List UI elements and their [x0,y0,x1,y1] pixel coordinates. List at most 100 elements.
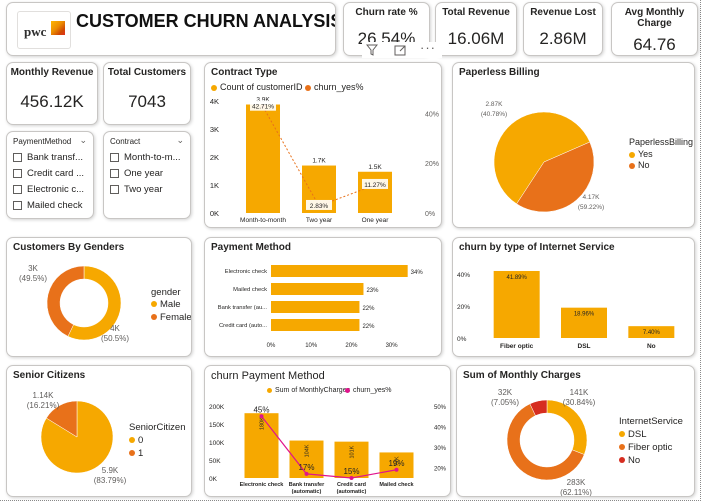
data-label: (40.78%) [481,111,507,118]
data-label: 23% [366,288,379,294]
legend-item[interactable]: 1 [129,448,143,459]
monthly-charges-plot: 141K(30.84%) 283K(62.11%) 32K(7.05%) [491,388,596,496]
checkbox[interactable] [13,201,22,210]
data-label: (50.5%) [101,334,129,343]
kpi-card-monthly-revenue[interactable]: Monthly Revenue 456.12K [6,62,98,125]
kpi-label: Monthly Revenue [10,67,94,78]
chevron-down-icon[interactable]: ⌄ [176,135,184,146]
kpi-label: Churn rate % [355,7,418,18]
y-tick-label: Credit card (auto... [219,323,267,329]
legend-item[interactable]: churn_yes% [345,387,392,394]
x-tick-label: One year [362,217,390,224]
x-tick-label: 10% [305,343,318,349]
slicer-option[interactable]: Month-to-m... [110,152,181,163]
legend-item[interactable]: Female [151,312,191,323]
slicer-title: Contract [110,137,141,146]
kpi-card-avg-monthly-charge[interactable]: Avg Monthly Charge 64.76 [611,2,698,56]
senior-citizens-plot: 5.9K(83.79%) 1.14K(16.21%) [27,391,127,485]
legend-item[interactable]: Sum of MonthlyCharges [267,387,350,394]
data-label: 41.89% [506,275,527,281]
slicer-option[interactable]: Two year [110,184,163,195]
churn-payment-method-plot: 0K 50K 100K 150K 200K 20% 30% 40% 50% 180K Electro… [209,404,447,495]
bar [271,319,360,331]
legend-title: gender [151,287,181,298]
data-label: 180K [260,417,266,430]
legend-item[interactable]: 0 [129,435,143,446]
checkbox[interactable] [110,153,119,162]
internet-service-churn-chart[interactable]: churn by type of Internet Service 0% 20% 4… [452,237,695,357]
chart-title: Customers By Genders [13,242,125,253]
x-tick-label: DSL [578,343,591,350]
kpi-value: 16.06M [447,29,505,48]
senior-citizens-chart[interactable]: Senior Citizens 5.9K (83.79%) 1.14K (16.21%… [6,365,192,497]
data-label: 18.96% [574,312,595,318]
checkbox[interactable] [13,153,22,162]
chart-title: Senior Citizens [13,370,86,381]
slicer-option[interactable]: Credit card ... [13,168,84,179]
y2-tick-label: 20% [434,467,447,473]
x-tick-label: 0% [267,343,276,349]
kpi-card-total-customers[interactable]: Total Customers 7043 [103,62,191,125]
data-label: 141K [570,388,589,397]
bar [358,171,392,213]
more-options-icon[interactable]: ··· [420,40,436,55]
data-label: (30.84%) [563,398,596,407]
data-label: 1.7K [312,158,326,165]
data-label: 3K [28,264,38,273]
data-label: 32K [498,388,513,397]
payment-method-chart[interactable]: Payment Method Electronic check 34% Mailed… [204,237,442,357]
y-tick-label: 50K [209,458,221,465]
checkbox[interactable] [110,169,119,178]
paperless-billing-chart[interactable]: Paperless Billing 4.17K (59.22%) 2.87K (40.… [452,62,695,228]
x-tick-label: (automatic) [292,489,322,495]
y2-tick-label: 40% [434,426,447,432]
contract-type-chart[interactable]: Contract Type Count of customerID churn_… [204,62,442,228]
x-tick-label: Mailed check [379,482,414,488]
churn-payment-method-chart[interactable]: churn Payment Method Sum of MonthlyCharg… [204,365,451,497]
legend-title: InternetService [619,416,683,427]
kpi-label: Total Revenue [442,7,510,18]
data-label: 2.87K [486,101,504,108]
data-label: 17% [298,463,314,472]
y-tick-label: 40% [457,272,470,279]
checkbox[interactable] [13,169,22,178]
kpi-card-total-revenue[interactable]: Total Revenue 16.06M [435,2,517,56]
focus-mode-icon[interactable] [394,43,406,61]
data-label: (49.5%) [19,274,47,283]
legend-item[interactable]: Yes [629,149,653,159]
y-tick-label: 4K [210,97,219,106]
y-tick-label: 20% [457,304,470,311]
x-tick-label: 20% [345,343,358,349]
pwc-logo: pwc [17,11,71,49]
legend-item[interactable]: No [629,160,650,170]
chevron-down-icon[interactable]: ⌄ [79,135,87,146]
kpi-card-revenue-lost[interactable]: Revenue Lost 2.86M [523,2,603,56]
slicer-option[interactable]: Electronic c... [13,184,84,195]
kpi-value: 64.76 [633,35,676,54]
data-label: (59.22%) [578,204,604,211]
checkbox[interactable] [110,185,119,194]
bar [246,104,280,213]
x-tick-label: Fiber optic [500,343,534,350]
slicer-option[interactable]: Mailed check [13,200,82,211]
checkbox[interactable] [13,185,22,194]
payment-method-slicer[interactable]: PaymentMethod ⌄ Bank transf... Credit ca… [6,131,94,219]
data-label: 2.83% [310,203,329,210]
chart-title: churn Payment Method [211,370,325,382]
y2-tick-label: 40% [425,111,439,118]
data-label: 19% [388,459,404,468]
gender-chart[interactable]: Customers By Genders 4K (50.5%) 3K (49.5%) … [6,237,192,357]
slicer-option[interactable]: One year [110,168,163,179]
pie-slice [546,399,588,455]
slicer-option[interactable]: Bank transf... [13,152,83,163]
legend-item[interactable]: Male [151,299,181,310]
monthly-charges-chart[interactable]: Sum of Monthly Charges 141K (30.84%) 283K(… [456,365,695,497]
legend-item[interactable]: No [619,455,640,466]
legend-item[interactable]: Fiber optic [619,442,672,453]
y-tick-label: Bank transfer (au... [218,305,268,311]
legend-item[interactable]: DSL [619,429,646,440]
kpi-label: Total Customers [107,67,187,78]
kpi-label: Avg Monthly Charge [624,7,685,29]
contract-slicer[interactable]: Contract ⌄ Month-to-m... One year Two ye… [103,131,191,219]
filter-icon[interactable] [365,43,379,61]
